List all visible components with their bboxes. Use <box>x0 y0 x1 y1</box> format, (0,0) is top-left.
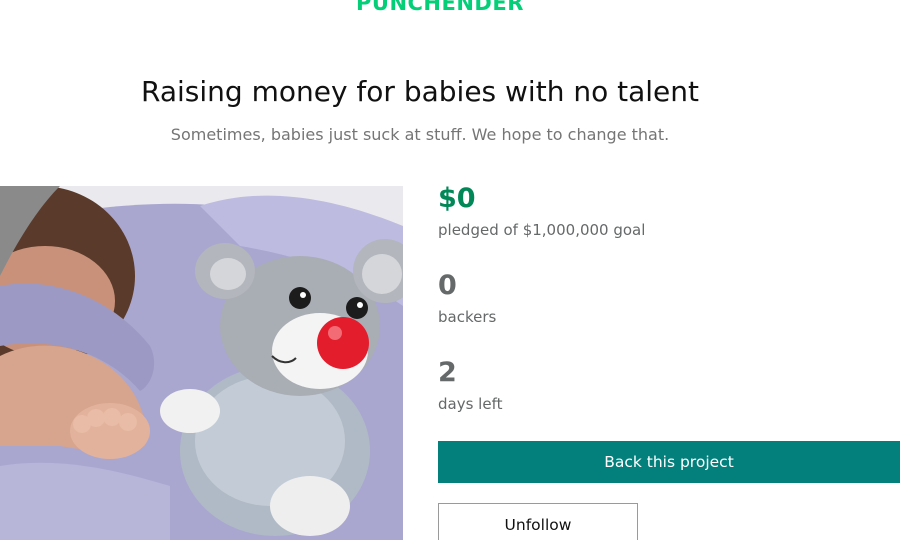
days-left-count: 2 <box>438 357 457 388</box>
backers-label: backers <box>438 308 497 326</box>
project-title: Raising money for babies with no talent <box>141 75 699 108</box>
back-this-project-button[interactable]: Back this project <box>438 441 900 483</box>
baby-with-plush-mouse-illustration <box>0 186 403 540</box>
backers-count: 0 <box>438 270 457 301</box>
unfollow-button[interactable]: Unfollow <box>438 503 638 540</box>
project-hero-image <box>0 186 403 540</box>
days-left-label: days left <box>438 395 503 413</box>
pledged-amount: $0 <box>438 183 476 214</box>
pledged-goal-label: pledged of $1,000,000 goal <box>438 221 646 239</box>
project-subtitle: Sometimes, babies just suck at stuff. We… <box>170 125 670 144</box>
punchender-logo[interactable]: PUNCHENDER <box>356 0 526 16</box>
